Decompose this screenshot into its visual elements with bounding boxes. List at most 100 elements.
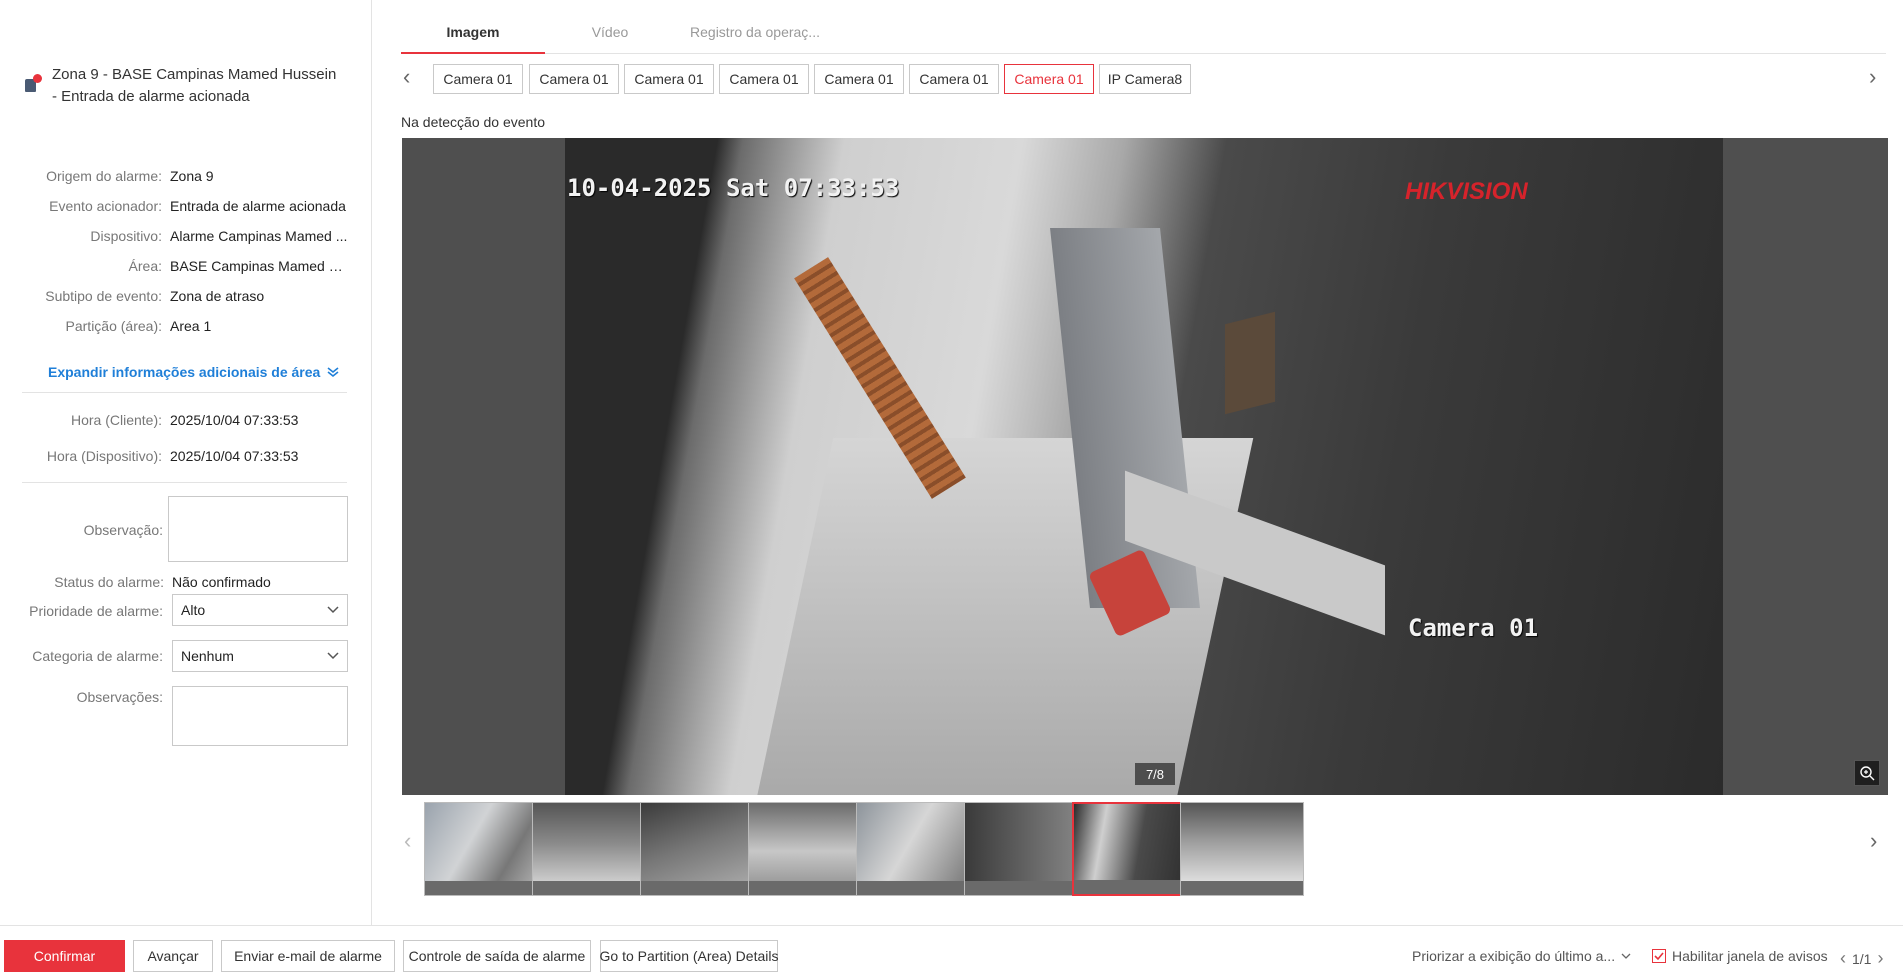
priority-value: Alto [181,602,206,618]
detail-value: Entrada de alarme acionada [170,198,346,214]
camera-button-selected[interactable]: Camera 01 [1004,64,1094,94]
event-caption: Na detecção do evento [401,114,545,130]
category-value: Nenhum [181,648,234,664]
chevron-left-icon[interactable]: ‹ [403,64,410,90]
tab-video[interactable]: Vídeo [545,24,675,54]
thumbnail[interactable] [964,802,1088,896]
detail-row-subtipo: Subtipo de evento: Zona de atraso [0,284,372,308]
enable-popup-label: Habilitar janela de avisos [1672,948,1828,964]
detail-value: BASE Campinas Mamed H... [170,258,350,274]
priority-select[interactable]: Alto [172,594,348,626]
thumbnail[interactable] [856,802,980,896]
detail-label: Área: [128,258,162,274]
detail-row-evento: Evento acionador: Entrada de alarme acio… [0,194,372,218]
divider [22,482,347,483]
thumbnail[interactable] [532,802,656,896]
tab-imagem[interactable]: Imagem [401,24,545,54]
alarm-input-icon [22,74,42,94]
status-value: Não confirmado [172,574,271,590]
divider [22,392,347,393]
category-select[interactable]: Nenhum [172,640,348,672]
camera-snapshot: 10-04-2025 Sat 07:33:53 HIKVISION Camera… [565,138,1723,795]
brand-logo: HIKVISION [1405,178,1528,205]
detail-value: Area 1 [170,318,212,334]
observacoes-label: Observações: [76,689,163,705]
detail-row-area: Área: BASE Campinas Mamed H... [0,254,372,278]
expand-area-info-label: Expandir informações adicionais de área [48,364,321,380]
confirm-button[interactable]: Confirmar [4,940,125,972]
camera-button[interactable]: Camera 01 [433,64,523,94]
observacoes-textarea[interactable] [172,686,348,746]
thumbnail[interactable] [1180,802,1304,896]
status-row: Status do alarme: Não confirmado [0,570,372,594]
detail-row-origem: Origem do alarme: Zona 9 [0,164,372,188]
advance-button[interactable]: Avançar [133,940,213,972]
detail-label: Subtipo de evento: [45,288,162,304]
osd-camera-name: Camera 01 [1408,614,1539,642]
thumbnail[interactable] [640,802,764,896]
observacao-label: Observação: [83,522,163,538]
detail-label: Evento acionador: [49,198,162,214]
detail-value: Alarme Campinas Mamed ... [170,228,348,244]
thumbnail-strip: ‹ › [402,800,1888,896]
double-chevron-down-icon [327,367,339,378]
image-viewer[interactable]: 10-04-2025 Sat 07:33:53 HIKVISION Camera… [402,138,1888,795]
category-label: Categoria de alarme: [32,648,163,664]
chevron-right-icon[interactable]: › [1870,828,1877,854]
alarm-title: Zona 9 - BASE Campinas Mamed Hussein - E… [52,66,337,105]
chevron-right-icon[interactable]: › [1877,948,1883,969]
media-tabs: Imagem Vídeo Registro da operaç... [401,18,1886,54]
detail-label: Origem do alarme: [46,168,162,184]
partition-details-button[interactable]: Go to Partition (Area) Details [600,940,778,972]
alarm-output-control-button[interactable]: Controle de saída de alarme [403,940,591,972]
camera-button[interactable]: Camera 01 [624,64,714,94]
priority-label: Prioridade de alarme: [29,603,163,619]
chevron-down-icon [327,652,339,660]
chevron-left-icon[interactable]: ‹ [1840,948,1846,969]
zoom-in-button[interactable] [1854,760,1880,786]
time-row-cliente: Hora (Cliente): 2025/10/04 07:33:53 [0,408,372,432]
send-email-button[interactable]: Enviar e-mail de alarme [221,940,395,972]
pager: ‹ 1/1 › [1840,948,1883,969]
osd-timestamp: 10-04-2025 Sat 07:33:53 [567,174,900,202]
chevron-down-icon [327,606,339,614]
camera-button[interactable]: Camera 01 [909,64,999,94]
thumbnail-selected[interactable] [1072,802,1196,896]
status-label: Status do alarme: [54,574,164,590]
pager-label: 1/1 [1852,950,1872,967]
tab-registro[interactable]: Registro da operaç... [675,24,835,54]
camera-button[interactable]: IP Camera8 [1099,64,1191,94]
zoom-in-icon [1860,766,1875,781]
enable-popup-toggle[interactable]: Habilitar janela de avisos [1652,948,1828,964]
camera-button[interactable]: Camera 01 [529,64,619,94]
time-label: Hora (Dispositivo): [46,448,162,464]
priority-display-dropdown[interactable]: Priorizar a exibição do último a... [1412,948,1631,964]
time-value: 2025/10/04 07:33:53 [170,412,299,428]
detail-label: Dispositivo: [90,228,162,244]
checkbox-checked-icon[interactable] [1652,949,1666,963]
camera-selector: ‹ Camera 01 Camera 01 Camera 01 Camera 0… [401,64,1886,96]
expand-area-info-link[interactable]: Expandir informações adicionais de área [48,364,340,380]
image-page-counter: 7/8 [1135,763,1175,785]
chevron-right-icon[interactable]: › [1869,64,1876,90]
camera-button[interactable]: Camera 01 [814,64,904,94]
detail-label: Partição (área): [65,318,162,334]
priority-display-label: Priorizar a exibição do último a... [1412,948,1616,964]
alarm-header: Zona 9 - BASE Campinas Mamed Hussein - E… [22,64,352,108]
detail-value: Zona 9 [170,168,214,184]
detail-row-dispositivo: Dispositivo: Alarme Campinas Mamed ... [0,224,372,248]
camera-button[interactable]: Camera 01 [719,64,809,94]
time-label: Hora (Cliente): [70,412,162,428]
time-row-dispositivo: Hora (Dispositivo): 2025/10/04 07:33:53 [0,444,372,468]
chevron-down-icon [1621,953,1631,959]
media-panel: Imagem Vídeo Registro da operaç... ‹ Cam… [373,0,1903,925]
time-value: 2025/10/04 07:33:53 [170,448,299,464]
observacao-textarea[interactable] [168,496,348,562]
chevron-left-icon[interactable]: ‹ [404,828,411,854]
thumbnail[interactable] [748,802,872,896]
action-bar: Confirmar Avançar Enviar e-mail de alarm… [0,925,1903,975]
detail-value: Zona de atraso [170,288,265,304]
alarm-details-panel: Zona 9 - BASE Campinas Mamed Hussein - E… [0,0,372,925]
thumbnail[interactable] [424,802,548,896]
detail-row-particao: Partição (área): Area 1 [0,314,372,338]
